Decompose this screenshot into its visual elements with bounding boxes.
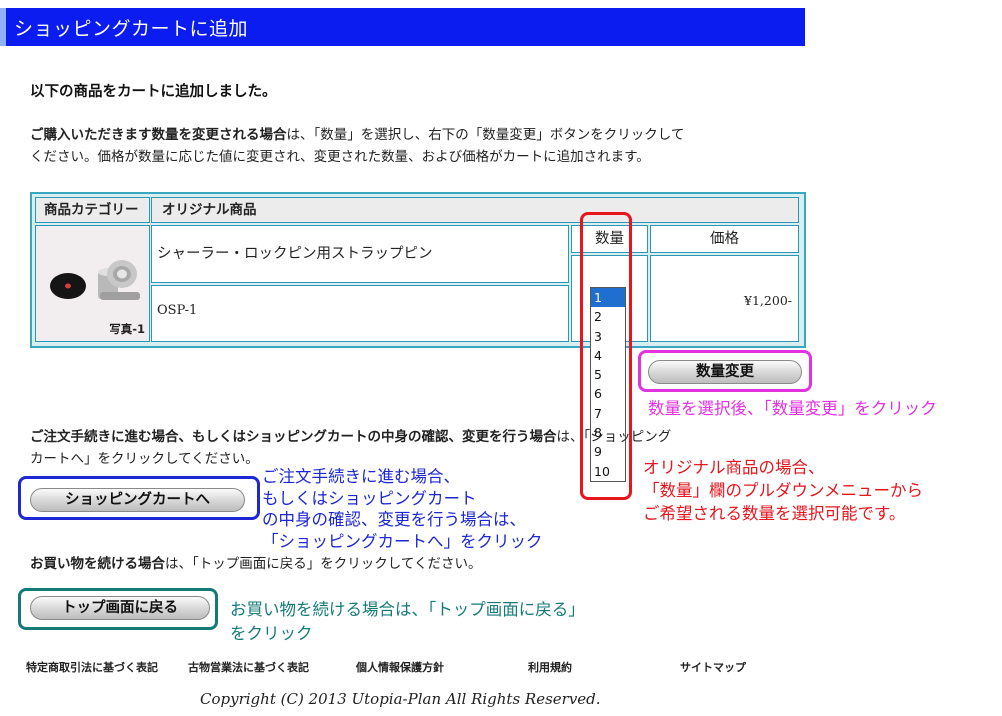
annotation-red-line: 「数量」欄のプルダウンメニューから	[643, 481, 924, 500]
category-value: オリジナル商品	[151, 197, 799, 223]
annotation-teal-line: をクリック	[230, 624, 313, 643]
page-title: ショッピングカートに追加	[14, 18, 249, 40]
footer-link-kobutsu[interactable]: 古物営業法に基づく表記	[188, 659, 309, 675]
annotation-update-quantity: 数量を選択後、「数量変更」をクリック	[648, 399, 937, 418]
footer-link-tokushoho[interactable]: 特定商取引法に基づく表記	[26, 659, 158, 675]
category-header: 商品カテゴリー	[35, 197, 150, 223]
right-margin	[818, 0, 1002, 716]
instructions-line2: ください。価格が数量に応じた値に変更され、変更された数量、および価格がカートに追…	[30, 149, 650, 165]
product-name: シャーラー・ロックピン用ストラップピン	[151, 225, 569, 283]
annotation-top: お買い物を続ける場合は、「トップ画面に戻る」 をクリック	[230, 598, 585, 646]
added-message: 以下の商品をカートに追加しました。	[30, 84, 277, 100]
update-button-highlight-box	[638, 350, 812, 392]
footer-link-sitemap[interactable]: サイトマップ	[680, 659, 746, 675]
copyright: Copyright (C) 2013 Utopia-Plan All Right…	[200, 690, 601, 708]
continue-instructions: お買い物を続ける場合は、「トップ画面に戻る」をクリックしてください。	[30, 554, 481, 574]
product-photo: 写真-1	[35, 225, 150, 342]
product-code: OSP-1	[151, 285, 569, 342]
price-header: 価格	[650, 225, 799, 253]
quantity-instructions: ご購入いただきます数量を変更される場合は、「数量」を選択し、右下の「数量変更」ボ…	[30, 124, 810, 168]
continue-rest: は、「トップ画面に戻る」をクリックしてください。	[165, 556, 482, 572]
footer-link-terms[interactable]: 利用規約	[528, 659, 572, 675]
cart-table: 商品カテゴリー オリジナル商品 写真-1 シャーラー・ロックピン用ストラップピン…	[30, 192, 806, 348]
annotation-teal-line: お買い物を続ける場合は、「トップ画面に戻る」	[230, 600, 585, 619]
annotation-blue-line: の中身の確認、変更を行う場合は、	[262, 510, 526, 529]
instructions-bold: ご購入いただきます数量を変更される場合	[30, 127, 287, 143]
annotation-red-line: ご希望される数量を選択可能です。	[643, 504, 906, 523]
top-button-highlight-box	[18, 588, 218, 630]
annotation-cart: ご注文手続きに進む場合、 もしくはショッピングカート の中身の確認、変更を行う場…	[262, 466, 543, 552]
continue-bold: お買い物を続ける場合	[30, 556, 165, 572]
proceed-bold: ご注文手続きに進む場合、もしくはショッピングカートの中身の確認、変更を行う場合	[30, 429, 557, 445]
price-value: ¥1,200-	[650, 255, 799, 342]
instructions-line1: は、「数量」を選択し、右下の「数量変更」ボタンをクリックして	[286, 127, 685, 143]
footer-link-privacy[interactable]: 個人情報保護方針	[356, 659, 444, 675]
annotation-blue-line: ご注文手続きに進む場合、	[262, 467, 460, 486]
photo-label: 写真-1	[109, 322, 145, 336]
annotation-blue-line: もしくはショッピングカート	[262, 488, 477, 508]
title-bar-accent	[0, 8, 6, 46]
cart-button-highlight-box	[18, 476, 260, 520]
proceed-rest: は、「ショッピング	[556, 429, 672, 445]
annotation-red-line: オリジナル商品の場合、	[643, 458, 825, 477]
annotation-quantity-note: オリジナル商品の場合、 「数量」欄のプルダウンメニューから ご希望される数量を選…	[643, 456, 923, 525]
annotation-blue-line: 「ショッピングカートへ」をクリック	[262, 531, 543, 551]
